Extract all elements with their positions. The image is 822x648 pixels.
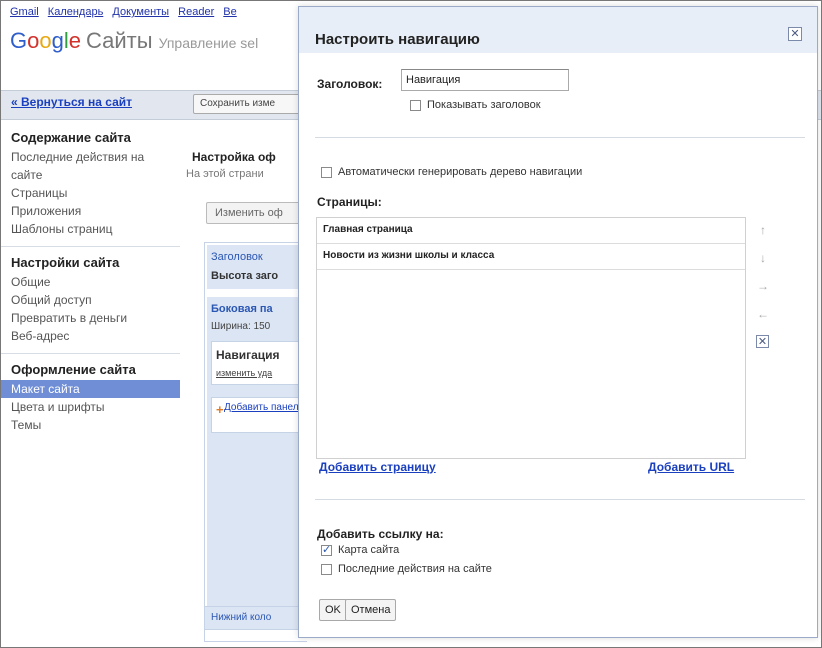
save-changes-button[interactable]: Сохранить изме [193,94,313,114]
sidebar-section-content: Содержание сайта Последние действия на с… [0,130,180,238]
plus-icon: + [216,402,224,417]
sidebar-item-themes[interactable]: Темы [11,416,169,434]
content-subtitle: На этой страни [186,168,264,180]
topnav-link-gmail[interactable]: Gmail [10,6,39,18]
layout-header-label: Заголовок [211,251,263,263]
layout-content-area: Настройка оф На этой страни Изменить оф … [182,124,307,648]
remove-page-icon[interactable]: ✕ [756,335,769,348]
sidebar-section-appearance: Оформление сайта Макет сайта Цвета и шри… [0,362,180,434]
sidebar-item-pages[interactable]: Страницы [11,184,169,202]
page-list-item[interactable]: Главная страница [317,218,745,244]
sidebar-item-site-layout[interactable]: Макет сайта [0,380,180,398]
sidebar-heading: Настройки сайта [11,255,120,270]
navigation-gadget: Навигация изменить уда [211,341,307,385]
section-divider [315,499,805,500]
pages-list: Главная страница Новости из жизни школы … [316,217,746,459]
outdent-left-icon[interactable]: ← [756,307,770,321]
layout-footer-label: Нижний коло [211,612,272,623]
layout-header-block[interactable]: Заголовок Высота заго [207,245,307,289]
dialog-title: Настроить навигацию [315,31,480,48]
sidebar-heading: Содержание сайта [11,130,131,145]
sites-product-name: Сайты [86,28,153,53]
sidebar-item-attachments[interactable]: Приложения [11,202,169,220]
sidebar-divider [0,353,180,354]
sidebar-item-sharing[interactable]: Общий доступ [11,291,169,309]
layout-preview: Заголовок Высота заго Боковая па Ширина:… [204,242,307,642]
layout-footer-block[interactable]: Нижний коло [204,606,307,630]
sidebar-item-page-templates[interactable]: Шаблоны страниц [11,220,169,238]
google-sites-logo[interactable]: Google Сайты Управление sel [10,28,258,54]
sidebar-section-settings: Настройки сайта Общие Общий доступ Превр… [0,255,180,345]
layout-sidebar-label: Боковая па [211,303,273,315]
layout-header-height: Высота заго [211,270,279,282]
google-logo-text: Google [10,28,82,53]
auto-generate-label: Автоматически генерировать дерево навига… [338,166,583,178]
topnav-link-docs[interactable]: Документы [112,6,169,18]
dialog-titlebar: Настроить навигацию ✕ [299,7,817,53]
heading-input[interactable] [401,69,569,91]
configure-navigation-dialog: Настроить навигацию ✕ Заголовок: Показыв… [298,6,818,638]
change-layout-button[interactable]: Изменить оф [206,202,307,224]
navigation-gadget-title: Навигация [216,348,280,362]
cancel-button[interactable]: Отмена [345,599,397,621]
sitemap-label: Карта сайта [338,544,400,556]
layout-sidebar-block: Боковая па Ширина: 150 Навигация изменит… [207,297,307,625]
topnav-link-reader[interactable]: Reader [178,6,214,18]
google-top-nav: Gmail Календарь Документы Reader Ве [10,6,243,18]
sidebar-item-general[interactable]: Общие [11,273,169,291]
recent-activity-checkbox[interactable] [321,564,332,575]
topnav-link-calendar[interactable]: Календарь [48,6,104,18]
sidebar-divider [0,246,180,247]
page-list-item[interactable]: Новости из жизни школы и класса [317,244,745,270]
navigation-gadget-edit-links[interactable]: изменить уда [216,368,272,378]
show-heading-checkbox[interactable] [410,100,421,111]
close-icon[interactable]: ✕ [788,27,802,41]
add-url-link[interactable]: Добавить URL [648,460,734,474]
indent-right-icon[interactable]: → [756,279,770,293]
move-up-icon[interactable]: ↑ [756,223,770,237]
section-divider [315,137,805,138]
heading-label: Заголовок: [317,77,383,91]
sidebar-item-monetize[interactable]: Превратить в деньги [11,309,169,327]
move-down-icon[interactable]: ↓ [756,251,770,265]
add-panel-link[interactable]: Добавить панель [224,402,304,414]
management-sidebar: Содержание сайта Последние действия на с… [0,122,180,648]
show-heading-label: Показывать заголовок [427,99,541,111]
content-title: Настройка оф [192,150,276,164]
add-page-link[interactable]: Добавить страницу [319,460,436,474]
pages-label: Страницы: [317,195,382,209]
add-link-to-label: Добавить ссылку на: [317,527,444,541]
sidebar-heading: Оформление сайта [11,362,136,377]
add-panel-box: + Добавить панель [211,397,307,433]
sidebar-item-recent-activity[interactable]: Последние действия на сайте [11,148,169,184]
sidebar-item-web-address[interactable]: Веб-адрес [11,327,169,345]
auto-generate-checkbox[interactable] [321,167,332,178]
recent-activity-label: Последние действия на сайте [338,563,492,575]
topnav-link-more[interactable]: Ве [223,6,236,18]
ok-button[interactable]: OK [319,599,347,621]
sidebar-item-colors-fonts[interactable]: Цвета и шрифты [11,398,169,416]
sitemap-checkbox[interactable] [321,543,332,556]
layout-sidebar-width: Ширина: 150 [211,321,271,332]
management-subtitle: Управление sel [158,35,259,51]
back-to-site-link[interactable]: « Вернуться на сайт [11,95,132,109]
